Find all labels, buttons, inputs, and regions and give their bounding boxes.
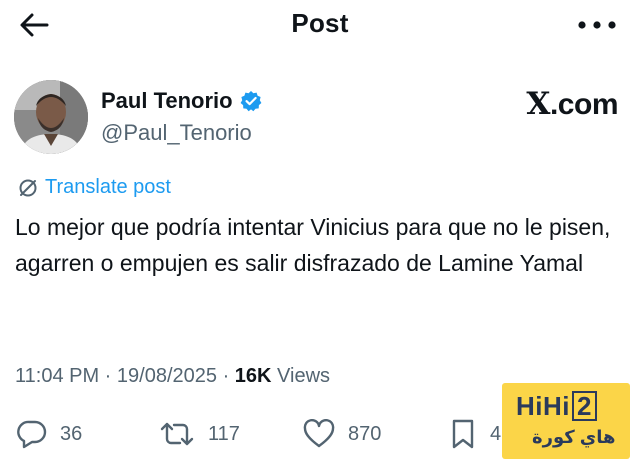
bookmark-icon <box>452 419 474 449</box>
page-title: Post <box>291 8 349 38</box>
meta-separator: · <box>99 365 117 387</box>
repost-icon <box>160 422 194 446</box>
post-time[interactable]: 11:04 PM <box>15 365 99 387</box>
author-block: Paul Tenorio @Paul_Tenorio X.com <box>14 80 626 154</box>
post-text: Lo mejor que podría intentar Vinicius pa… <box>15 214 611 276</box>
watermark-number: 2 <box>572 391 597 421</box>
repost-button[interactable]: 117 <box>158 412 240 456</box>
avatar[interactable] <box>14 80 88 154</box>
author-name[interactable]: Paul Tenorio <box>101 88 233 114</box>
repost-count: 117 <box>208 422 240 445</box>
reply-icon <box>17 420 47 449</box>
top-bar: Post <box>0 0 640 50</box>
globe-slash-icon <box>19 179 37 196</box>
like-count: 870 <box>348 422 382 445</box>
views-label: Views <box>271 365 331 387</box>
bookmark-button[interactable]: 4 <box>448 412 501 456</box>
watermark-arabic-text: هاي كورة <box>532 427 616 447</box>
x-logo-domain: .com <box>549 88 619 121</box>
post-date[interactable]: 19/08/2025 <box>117 365 217 387</box>
translate-post-link[interactable]: Translate post <box>17 176 171 199</box>
more-options-button[interactable] <box>574 10 620 40</box>
verified-badge-icon <box>240 91 262 112</box>
translate-post-label: Translate post <box>45 176 171 198</box>
bookmark-count: 4 <box>490 422 502 445</box>
watermark-text: HiHi <box>516 391 570 421</box>
more-horizontal-icon <box>578 21 616 29</box>
x-logo-letter: X <box>526 86 550 122</box>
meta-separator: · <box>217 365 235 387</box>
reply-count: 36 <box>60 422 83 445</box>
views-count: 16K <box>234 365 272 387</box>
hihi2-watermark-logo: HiHi 2 هاي كورة <box>502 383 630 459</box>
like-button[interactable]: 870 <box>302 412 381 456</box>
reply-button[interactable]: 36 <box>16 412 82 456</box>
x-com-logo: X.com <box>526 86 618 122</box>
author-handle[interactable]: @Paul_Tenorio <box>101 120 252 146</box>
heart-icon <box>303 419 335 448</box>
post-meta: 11:04 PM · 19/08/2025 · 16K Views <box>15 365 330 388</box>
